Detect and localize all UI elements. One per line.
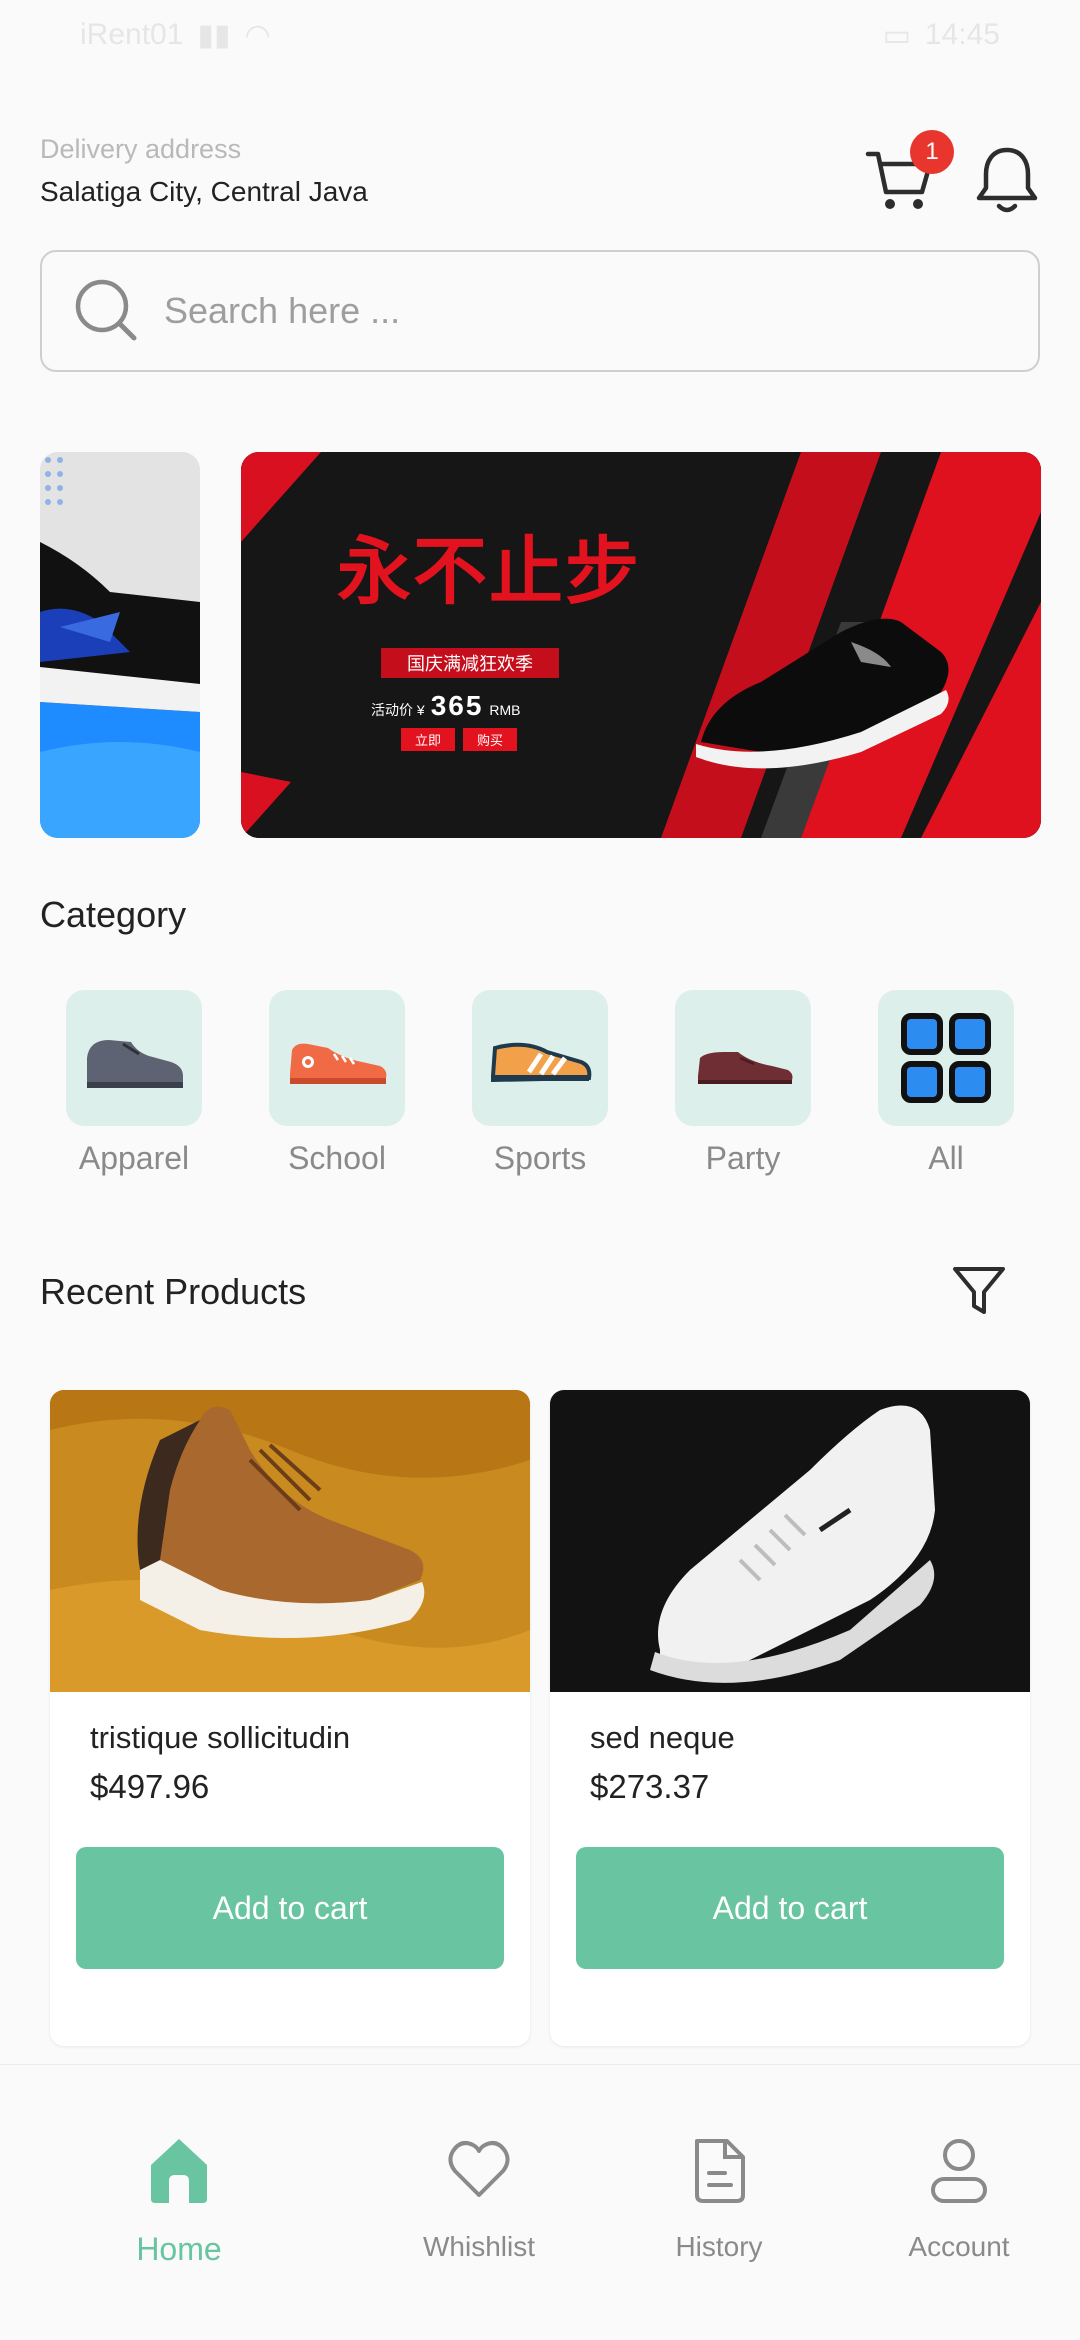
banner-button-now[interactable]: 立即 bbox=[401, 728, 456, 751]
category-sports[interactable]: Sports bbox=[446, 990, 616, 1190]
signal-icon: ▮▮ bbox=[197, 18, 231, 52]
product-card[interactable]: tristique sollicitudin $497.96 Add to ca… bbox=[50, 1390, 530, 2046]
product-name: sed neque bbox=[590, 1720, 735, 1755]
product-price: $273.37 bbox=[590, 1768, 710, 1805]
wifi-icon: ◠ bbox=[244, 18, 271, 52]
promo-banner[interactable]: 永不止步 国庆满减狂欢季 活动价 ¥ 365 RMB 立即 购买 bbox=[241, 452, 1041, 838]
category-label: Apparel bbox=[78, 1140, 190, 1176]
product-card[interactable]: sed neque $273.37 Add to cart bbox=[550, 1390, 1030, 2046]
banner-button-buy[interactable]: 购买 bbox=[463, 728, 518, 751]
filter-icon bbox=[953, 1267, 1005, 1314]
delivery-address-value[interactable]: Salatiga City, Central Java bbox=[40, 176, 368, 208]
party-shoe-icon bbox=[698, 1052, 793, 1084]
status-left: iRent01 ▮▮ ◠ bbox=[80, 18, 271, 53]
search-icon bbox=[75, 279, 137, 341]
category-row: Apparel School Sports Party All bbox=[40, 990, 1040, 1190]
dress-shoe-icon bbox=[87, 1040, 183, 1088]
status-bar: iRent01 ▮▮ ◠ ▭ 14:45 bbox=[0, 0, 1080, 70]
nav-label: Whishlist bbox=[422, 2231, 535, 2262]
sports-shoe-icon bbox=[491, 1042, 592, 1083]
product-name: tristique sollicitudin bbox=[90, 1720, 351, 1755]
nav-label: History bbox=[675, 2231, 763, 2262]
home-icon bbox=[151, 2139, 207, 2203]
search-bar[interactable] bbox=[40, 250, 1040, 372]
category-tile[interactable] bbox=[472, 990, 608, 1126]
banner-price-row: 活动价 ¥ 365 RMB bbox=[371, 690, 521, 722]
banner-subtitle: 国庆满减狂欢季 bbox=[381, 648, 559, 678]
product-image[interactable] bbox=[550, 1390, 1030, 1692]
category-all[interactable]: All bbox=[852, 990, 1022, 1190]
category-party[interactable]: Party bbox=[649, 990, 819, 1190]
category-label: Sports bbox=[493, 1140, 587, 1176]
add-to-cart-button[interactable]: Add to cart bbox=[76, 1847, 504, 1969]
promo-banner-art bbox=[241, 452, 1041, 838]
clock: 14:45 bbox=[924, 18, 1000, 51]
category-tile[interactable] bbox=[878, 990, 1014, 1126]
sneaker-icon bbox=[290, 1043, 387, 1084]
category-apparel[interactable]: Apparel bbox=[40, 990, 210, 1190]
category-label: School bbox=[288, 1140, 386, 1176]
category-school[interactable]: School bbox=[243, 990, 413, 1190]
banner-buttons: 立即 购买 bbox=[401, 728, 518, 751]
cart-count-badge: 1 bbox=[910, 130, 954, 174]
recent-products-title: Recent Products bbox=[40, 1271, 307, 1312]
banner-currency: RMB bbox=[489, 702, 521, 718]
nav-label: Home bbox=[136, 2231, 222, 2267]
status-right: ▭ 14:45 bbox=[883, 18, 1000, 53]
category-tile[interactable] bbox=[675, 990, 811, 1126]
banner-price: 365 bbox=[430, 690, 484, 721]
heart-icon bbox=[448, 2141, 510, 2197]
nav-label: Account bbox=[908, 2231, 1010, 2262]
product-image[interactable] bbox=[50, 1390, 530, 1692]
carrier-label: iRent01 bbox=[80, 18, 184, 51]
nav-account[interactable]: Account bbox=[859, 2065, 1059, 2340]
category-title: Category bbox=[40, 894, 187, 935]
nav-history[interactable]: History bbox=[619, 2065, 819, 2340]
nav-whishlist[interactable]: Whishlist bbox=[379, 2065, 579, 2340]
app-screen: iRent01 ▮▮ ◠ ▭ 14:45 Delivery address Sa… bbox=[0, 0, 1080, 2340]
banner-previous-slide[interactable] bbox=[40, 452, 200, 838]
category-tile[interactable] bbox=[269, 990, 405, 1126]
category-label: Party bbox=[705, 1140, 781, 1176]
add-to-cart-button[interactable]: Add to cart bbox=[576, 1847, 1004, 1969]
category-label: All bbox=[928, 1140, 964, 1176]
search-input[interactable] bbox=[164, 290, 984, 332]
user-icon bbox=[931, 2139, 987, 2203]
header: Delivery address Salatiga City, Central … bbox=[40, 130, 1040, 220]
banner-headline: 永不止步 bbox=[337, 529, 641, 615]
sneaker-banner-image bbox=[40, 452, 200, 838]
category-tile[interactable] bbox=[66, 990, 202, 1126]
nav-home[interactable]: Home bbox=[79, 2065, 279, 2340]
banner-price-prefix: 活动价 ¥ bbox=[371, 702, 425, 718]
document-icon bbox=[695, 2139, 745, 2203]
filter-button[interactable] bbox=[950, 1262, 1008, 1320]
battery-icon: ▭ bbox=[882, 18, 911, 52]
grid-icon bbox=[901, 1013, 991, 1103]
product-price: $497.96 bbox=[90, 1768, 210, 1805]
bottom-navigation: Home Whishlist History Account bbox=[0, 2064, 1080, 2340]
notifications-button[interactable] bbox=[972, 140, 1042, 220]
bell-icon bbox=[976, 147, 1038, 213]
delivery-address-label: Delivery address bbox=[40, 134, 242, 164]
